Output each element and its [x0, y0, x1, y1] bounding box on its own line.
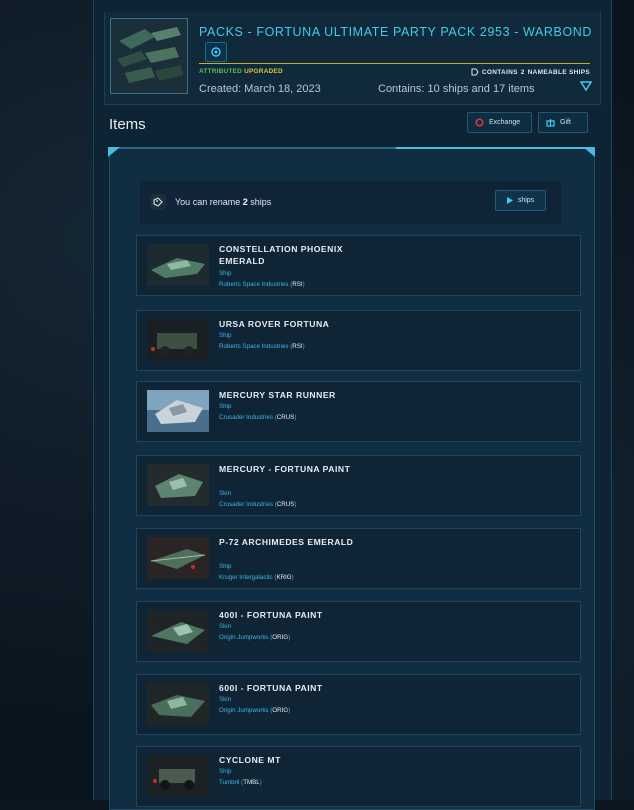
item-meta: Ship Roberts Space Industries (RSI) — [219, 268, 305, 290]
item-thumbnail — [147, 464, 209, 506]
item-manufacturer: Roberts Space Industries (RSI) — [219, 281, 305, 288]
nameable-count: 2 — [520, 68, 525, 76]
manufacturer-code: RSI — [292, 343, 303, 350]
item-name: URSA ROVER FORTUNA — [219, 319, 330, 329]
tag-icon — [471, 68, 479, 76]
rename-prefix: You can rename — [175, 197, 241, 207]
pack-thumbnail — [110, 18, 188, 94]
manufacturer-name: Kruger Intergalactic — [219, 574, 273, 581]
manufacturer-name: Origin Jumpworks — [219, 707, 269, 714]
play-icon — [506, 197, 513, 204]
rename-tag-icon — [150, 194, 166, 210]
item-type: Ship — [219, 403, 232, 410]
item-manufacturer: Origin Jumpworks (ORIG) — [219, 634, 291, 641]
manufacturer-code: RSI — [292, 281, 303, 288]
manufacturer-name: Crusader Industries — [219, 501, 273, 508]
frame-corner-right-icon — [583, 147, 595, 157]
item-meta: Skin Crusader Industries (CRUS) — [219, 488, 296, 510]
nameable-prefix: CONTAINS — [481, 68, 518, 76]
rename-ships-button[interactable]: ships — [495, 190, 546, 211]
list-item[interactable]: 600I - FORTUNA PAINT Skin Origin Jumpwor… — [136, 674, 581, 735]
item-type: Ship — [219, 332, 232, 339]
manufacturer-code: ORIG — [272, 707, 289, 714]
list-item[interactable]: CONSTELLATION PHOENIX EMERALD Ship Rober… — [136, 235, 581, 296]
item-thumbnail — [147, 537, 209, 579]
item-manufacturer: Origin Jumpworks (ORIG) — [219, 707, 291, 714]
item-name: CONSTELLATION PHOENIX EMERALD — [219, 244, 343, 266]
list-item[interactable]: MERCURY STAR RUNNER Ship Crusader Indust… — [136, 381, 581, 442]
item-type: Skin — [219, 623, 232, 630]
rename-message: You can rename 2 ships — [175, 197, 271, 207]
item-meta: Ship Tumbril (TMBL) — [219, 766, 262, 788]
item-thumbnail — [147, 683, 209, 725]
status-badges: ATTRIBUTED UPGRADED — [199, 68, 283, 75]
contents-summary: Contains: 10 ships and 17 items — [378, 83, 535, 95]
rename-count: 2 — [242, 197, 248, 207]
item-manufacturer: Tumbril (TMBL) — [219, 779, 262, 786]
item-thumbnail — [147, 755, 209, 797]
list-item[interactable]: P-72 ARCHIMEDES EMERALD Ship Kruger Inte… — [136, 528, 581, 589]
item-type: Skin — [219, 490, 232, 497]
manufacturer-name: Crusader Industries — [219, 414, 273, 421]
collapse-toggle-icon[interactable] — [580, 80, 592, 92]
item-type: Ship — [219, 563, 232, 570]
item-name: CYCLONE MT — [219, 755, 281, 765]
gift-label: Gift — [560, 119, 571, 126]
gift-button[interactable]: Gift — [538, 112, 588, 133]
list-item[interactable]: CYCLONE MT Ship Tumbril (TMBL) — [136, 746, 581, 807]
item-name: MERCURY STAR RUNNER — [219, 390, 336, 400]
item-name: 600I - FORTUNA PAINT — [219, 683, 323, 693]
item-meta: Ship Roberts Space Industries (RSI) — [219, 330, 305, 352]
exchange-icon — [475, 118, 484, 127]
ships-button-label: ships — [517, 197, 535, 204]
manufacturer-code: ORIG — [272, 634, 289, 641]
list-item[interactable]: 400I - FORTUNA PAINT Skin Origin Jumpwor… — [136, 601, 581, 662]
item-thumbnail — [147, 390, 209, 432]
manufacturer-name: Roberts Space Industries — [219, 281, 289, 288]
cube-icon — [211, 47, 221, 57]
item-meta: Skin Origin Jumpworks (ORIG) — [219, 621, 290, 643]
item-meta: Skin Origin Jumpworks (ORIG) — [219, 694, 290, 716]
manufacturer-name: Tumbril — [219, 779, 240, 786]
created-date: Created: March 18, 2023 — [199, 83, 321, 95]
nameable-suffix: NAMEABLE SHIPS — [527, 68, 590, 76]
header-divider — [199, 63, 590, 64]
list-item[interactable]: MERCURY - FORTUNA PAINT Skin Crusader In… — [136, 455, 581, 516]
frame-top-highlight — [396, 147, 595, 149]
item-manufacturer: Crusader Industries (CRUS) — [219, 501, 297, 508]
pack-info-button[interactable] — [205, 42, 227, 62]
frame-corner-left-icon — [108, 147, 120, 157]
upgraded-badge: UPGRADED — [244, 68, 283, 75]
item-name: 400I - FORTUNA PAINT — [219, 610, 323, 620]
item-type: Skin — [219, 696, 232, 703]
item-meta: Ship Crusader Industries (CRUS) — [219, 401, 296, 423]
exchange-button[interactable]: Exchange — [467, 112, 532, 133]
item-type: Ship — [219, 768, 232, 775]
item-manufacturer: Roberts Space Industries (RSI) — [219, 343, 305, 350]
manufacturer-name: Roberts Space Industries — [219, 343, 289, 350]
manufacturer-code: TMBL — [243, 779, 260, 786]
item-thumbnail — [147, 319, 209, 361]
item-manufacturer: Crusader Industries (CRUS) — [219, 414, 297, 421]
item-thumbnail — [147, 244, 209, 286]
nameable-ships-indicator: CONTAINS 2 NAMEABLE SHIPS — [471, 68, 590, 76]
item-meta: Ship Kruger Intergalactic (KRIG) — [219, 561, 294, 583]
item-type: Ship — [219, 270, 232, 277]
items-heading: Items — [109, 116, 146, 133]
manufacturer-code: CRUS — [276, 414, 295, 421]
manufacturer-code: CRUS — [276, 501, 295, 508]
pack-title: PACKS - FORTUNA ULTIMATE PARTY PACK 2953… — [199, 25, 593, 39]
attributed-badge: ATTRIBUTED — [199, 68, 243, 75]
list-item[interactable]: URSA ROVER FORTUNA Ship Roberts Space In… — [136, 310, 581, 371]
gift-icon — [546, 119, 555, 127]
manufacturer-code: KRIG — [276, 574, 292, 581]
exchange-label: Exchange — [489, 119, 521, 126]
item-manufacturer: Kruger Intergalactic (KRIG) — [219, 574, 294, 581]
manufacturer-name: Origin Jumpworks — [219, 634, 269, 641]
item-thumbnail — [147, 610, 209, 652]
item-name: MERCURY - FORTUNA PAINT — [219, 464, 351, 474]
rename-suffix: ships — [250, 197, 272, 207]
item-name: P-72 ARCHIMEDES EMERALD — [219, 537, 354, 547]
